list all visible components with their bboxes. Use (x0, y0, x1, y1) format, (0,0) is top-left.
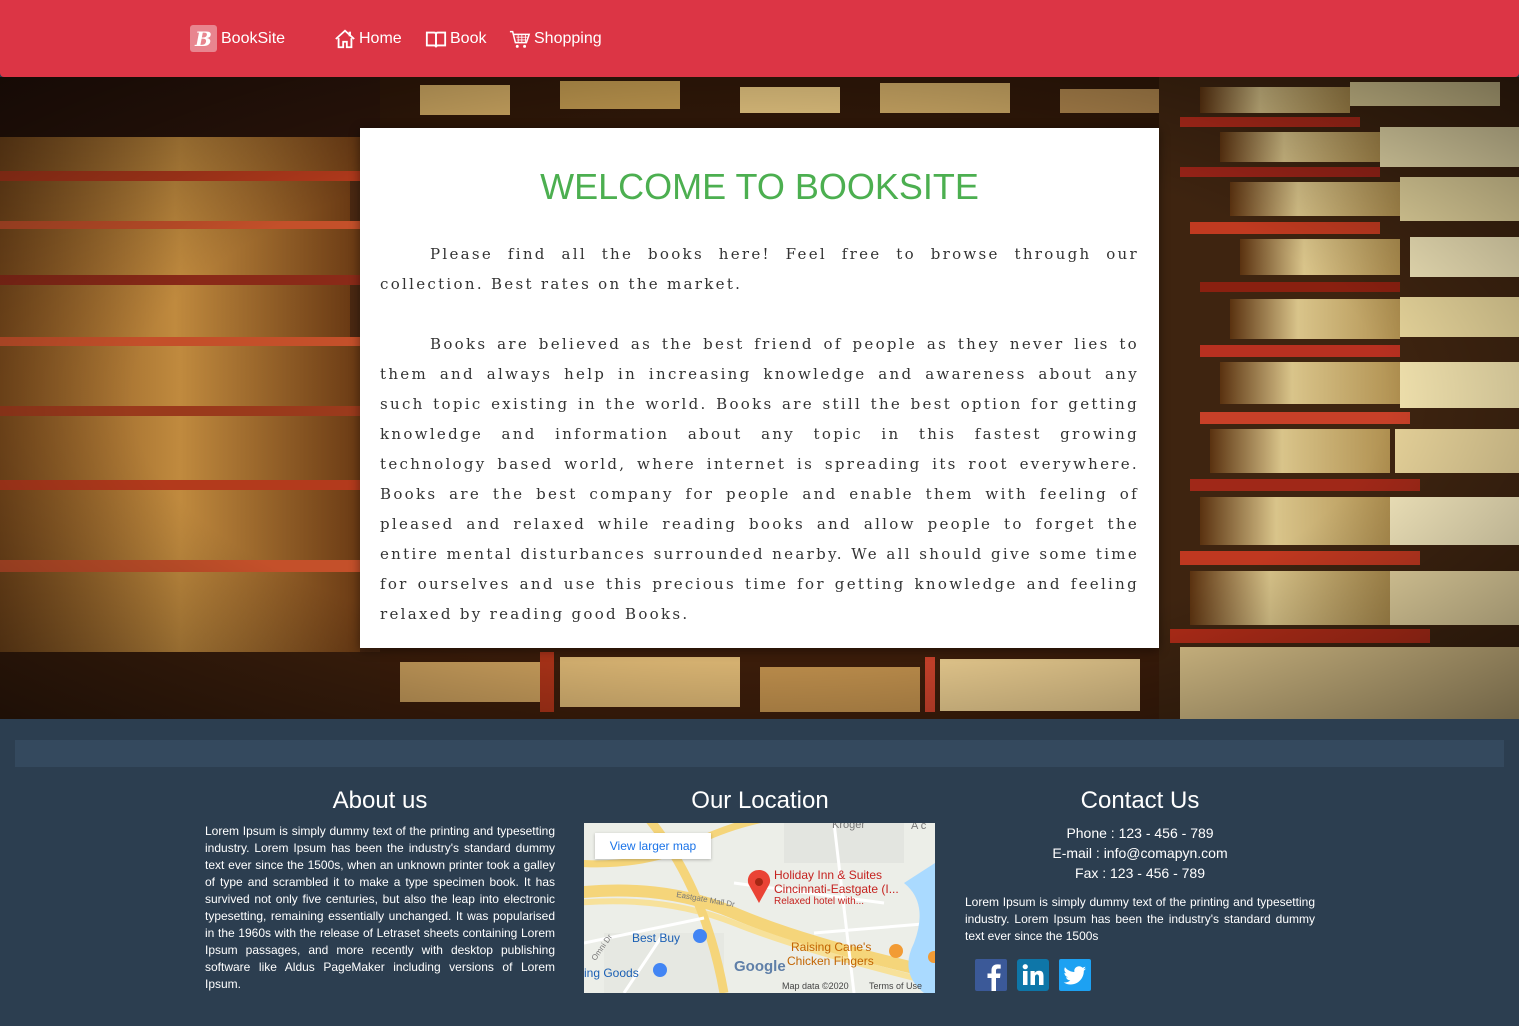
map-label-hotel-line2: Cincinnati-Eastgate (I... (774, 882, 899, 896)
nav-home-label: Home (359, 30, 402, 47)
contact-phone: Phone : 123 - 456 - 789 (1066, 825, 1214, 841)
map-label-raising-canes-line2: Chicken Fingers (787, 954, 874, 968)
books-paragraph: Books are believed as the best friend of… (380, 335, 1139, 623)
about-text: Lorem Ipsum is simply dummy text of the … (205, 824, 555, 991)
home-icon (335, 29, 355, 49)
brand-link[interactable]: B BookSite (190, 25, 285, 52)
welcome-title: WELCOME TO BOOKSITE (540, 166, 979, 207)
linkedin-icon[interactable] (1017, 959, 1049, 991)
map-terms-link[interactable]: Terms of Use (869, 981, 922, 991)
open-book-icon (425, 31, 447, 48)
nav-book-label: Book (450, 30, 487, 47)
contact-email: E-mail : info@comapyn.com (1052, 845, 1228, 861)
nav-book[interactable]: Book (425, 27, 486, 51)
footer: About us Lorem Ipsum is simply dummy tex… (0, 719, 1519, 1026)
google-logo: Google (734, 958, 786, 975)
navbar: B BookSite Home Book Shopping (0, 0, 1519, 77)
intro-paragraph: Please find all the books here! Feel fre… (380, 245, 1139, 293)
map-label-best-buy: Best Buy (632, 931, 681, 945)
shopping-cart-icon (509, 30, 531, 48)
about-title: About us (332, 787, 428, 814)
nav-shopping-label: Shopping (534, 30, 602, 47)
twitter-icon[interactable] (1059, 959, 1091, 991)
location-map[interactable]: View larger map Kroger A c Holiday Inn &… (584, 823, 935, 993)
contact-fax: Fax : 123 - 456 - 789 (1075, 865, 1205, 881)
nav-shopping[interactable]: Shopping (509, 27, 602, 51)
map-label-raising-canes: Raising Cane's (791, 940, 872, 954)
welcome-card: WELCOME TO BOOKSITE Please find all the … (360, 128, 1159, 648)
brand-label: BookSite (221, 29, 286, 47)
hero-section: WELCOME TO BOOKSITE Please find all the … (0, 77, 1519, 719)
view-larger-map-link[interactable]: View larger map (595, 833, 711, 859)
map-label-hotel: Holiday Inn & Suites (774, 868, 883, 882)
map-attribution: Map data ©2020 (782, 981, 849, 991)
map-label-ac: A c (911, 823, 927, 832)
location-title: Our Location (691, 787, 829, 814)
contact-text: Lorem Ipsum is simply dummy text of the … (965, 895, 1315, 943)
brand-logo-icon: B (190, 25, 217, 52)
footer-divider-strip (15, 740, 1504, 767)
map-label-goods: ing Goods (584, 966, 639, 980)
contact-title: Contact Us (1080, 787, 1200, 814)
map-label-hotel-desc: Relaxed hotel with... (774, 896, 865, 907)
map-label-kroger: Kroger (832, 823, 866, 831)
nav-home[interactable]: Home (334, 27, 402, 51)
facebook-icon[interactable] (975, 959, 1007, 991)
